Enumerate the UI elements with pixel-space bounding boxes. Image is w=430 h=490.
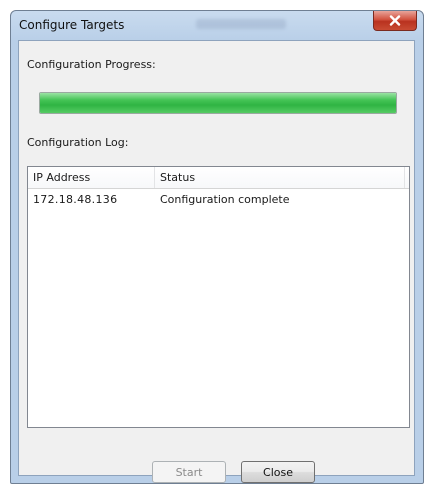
window-close-button[interactable] xyxy=(373,11,417,31)
cell-status: Configuration complete xyxy=(160,193,290,206)
close-icon xyxy=(389,15,401,26)
list-header: IP Address Status xyxy=(28,167,409,189)
start-button[interactable]: Start xyxy=(152,461,226,483)
column-header-ip-address[interactable]: IP Address xyxy=(28,167,155,188)
column-header-status[interactable]: Status xyxy=(155,167,405,188)
configure-targets-window: Configure Targets Configuration Progress… xyxy=(10,10,424,484)
configuration-log-list[interactable]: IP Address Status 172.18.48.136 Configura… xyxy=(27,166,410,428)
cell-ip-address: 172.18.48.136 xyxy=(33,193,118,206)
window-title: Configure Targets xyxy=(19,18,125,32)
log-label: Configuration Log: xyxy=(27,136,129,149)
title-bar[interactable]: Configure Targets xyxy=(11,11,423,39)
title-bar-ghost-text xyxy=(196,19,286,29)
progress-bar-fill xyxy=(40,93,396,113)
configuration-progress-bar xyxy=(39,92,397,114)
dialog-client-area: Configuration Progress: Configuration Lo… xyxy=(18,40,415,483)
column-header-filler xyxy=(405,167,411,188)
progress-label: Configuration Progress: xyxy=(27,58,156,71)
table-row[interactable]: 172.18.48.136 Configuration complete xyxy=(28,191,409,209)
close-button[interactable]: Close xyxy=(241,461,315,483)
